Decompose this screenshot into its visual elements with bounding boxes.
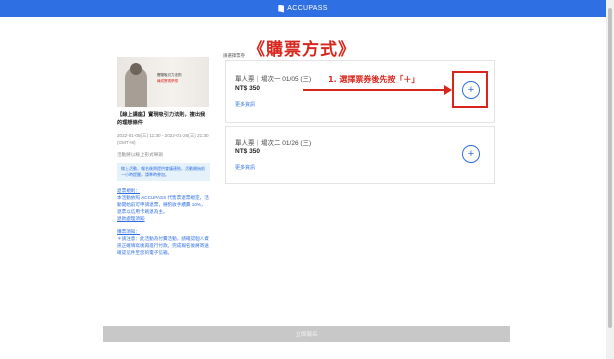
scrollbar-thumb[interactable] xyxy=(608,8,612,328)
add-ticket-button[interactable]: + xyxy=(462,145,480,163)
refund-link[interactable]: 退款處理須知 xyxy=(117,215,210,222)
ticket-more-info-link[interactable]: 更多資訊 xyxy=(235,101,255,108)
ticket-price: NT$ 350 xyxy=(235,148,260,155)
event-title: 【線上講座】實現吸引力法則，複出我的理想條件 xyxy=(117,112,206,126)
event-location: 活動將以線上形式舉辦 xyxy=(117,152,163,157)
purchase-text: ＊請注意：此活動為付費活動，請確認個人資訊正確填寫後再進行付款。完成報名後將寄送… xyxy=(117,236,209,255)
event-info-column: 【線上講座】實現吸引力法則，複出我的理想條件 2022-01-05(三) 11:… xyxy=(117,111,210,256)
brand-name[interactable]: ACCUPASS xyxy=(287,5,327,12)
cover-text-line1: 實踐吸引力法則 xyxy=(157,73,182,77)
speaker-head xyxy=(130,63,142,75)
cover-text-line2: 練成實現夢想 xyxy=(157,79,178,84)
ticket-section-label: 請選擇票券 xyxy=(223,53,245,58)
annotation-title: 《購票方式》 xyxy=(248,40,356,60)
annotation-arrow-line xyxy=(303,89,449,91)
scrollbar[interactable] xyxy=(606,0,614,359)
purchase-heading: 購票須知： xyxy=(117,229,140,234)
ticket-more-info-link[interactable]: 更多資訊 xyxy=(235,164,255,171)
refund-heading: 退票規則： xyxy=(117,188,140,193)
ticket-name: 單人票｜場次二 01/26 (三) xyxy=(235,140,312,147)
ticket-price: NT$ 350 xyxy=(235,85,260,92)
accupass-logo-icon[interactable] xyxy=(278,4,285,13)
ticket-card: 單人票｜場次二 01/26 (三) NT$ 350 更多資訊 + xyxy=(225,126,495,184)
ticket-name: 單人票｜場次一 01/05 (三) xyxy=(235,76,312,83)
cover-text-line2a: 練成 xyxy=(157,79,164,83)
event-notice: 線上活動，報名後將提供會議連結，活動開始前一小時提醒。請準時參加。 xyxy=(117,163,210,181)
annotation-step-text: 1. 選擇票券後先按「＋」 xyxy=(328,75,420,84)
register-button[interactable]: 立即報名 xyxy=(103,326,510,342)
event-cover-image: 實踐吸引力法則 練成實現夢想 xyxy=(117,57,209,107)
refund-text: 本活動依照 ACCUPASS 代售票退票規定，活動開始前可申請退票，將酌收手續費… xyxy=(117,195,209,214)
cover-text-line2b: 實現夢想 xyxy=(164,79,178,83)
annotation-highlight-box xyxy=(452,71,488,108)
event-datetime: 2022-01-05(三) 11:30 - 2022-01-26(三) 21:3… xyxy=(117,133,209,145)
top-nav-bar: ACCUPASS xyxy=(0,0,606,17)
plus-icon: + xyxy=(467,148,475,160)
annotation-arrow-head xyxy=(444,85,452,95)
